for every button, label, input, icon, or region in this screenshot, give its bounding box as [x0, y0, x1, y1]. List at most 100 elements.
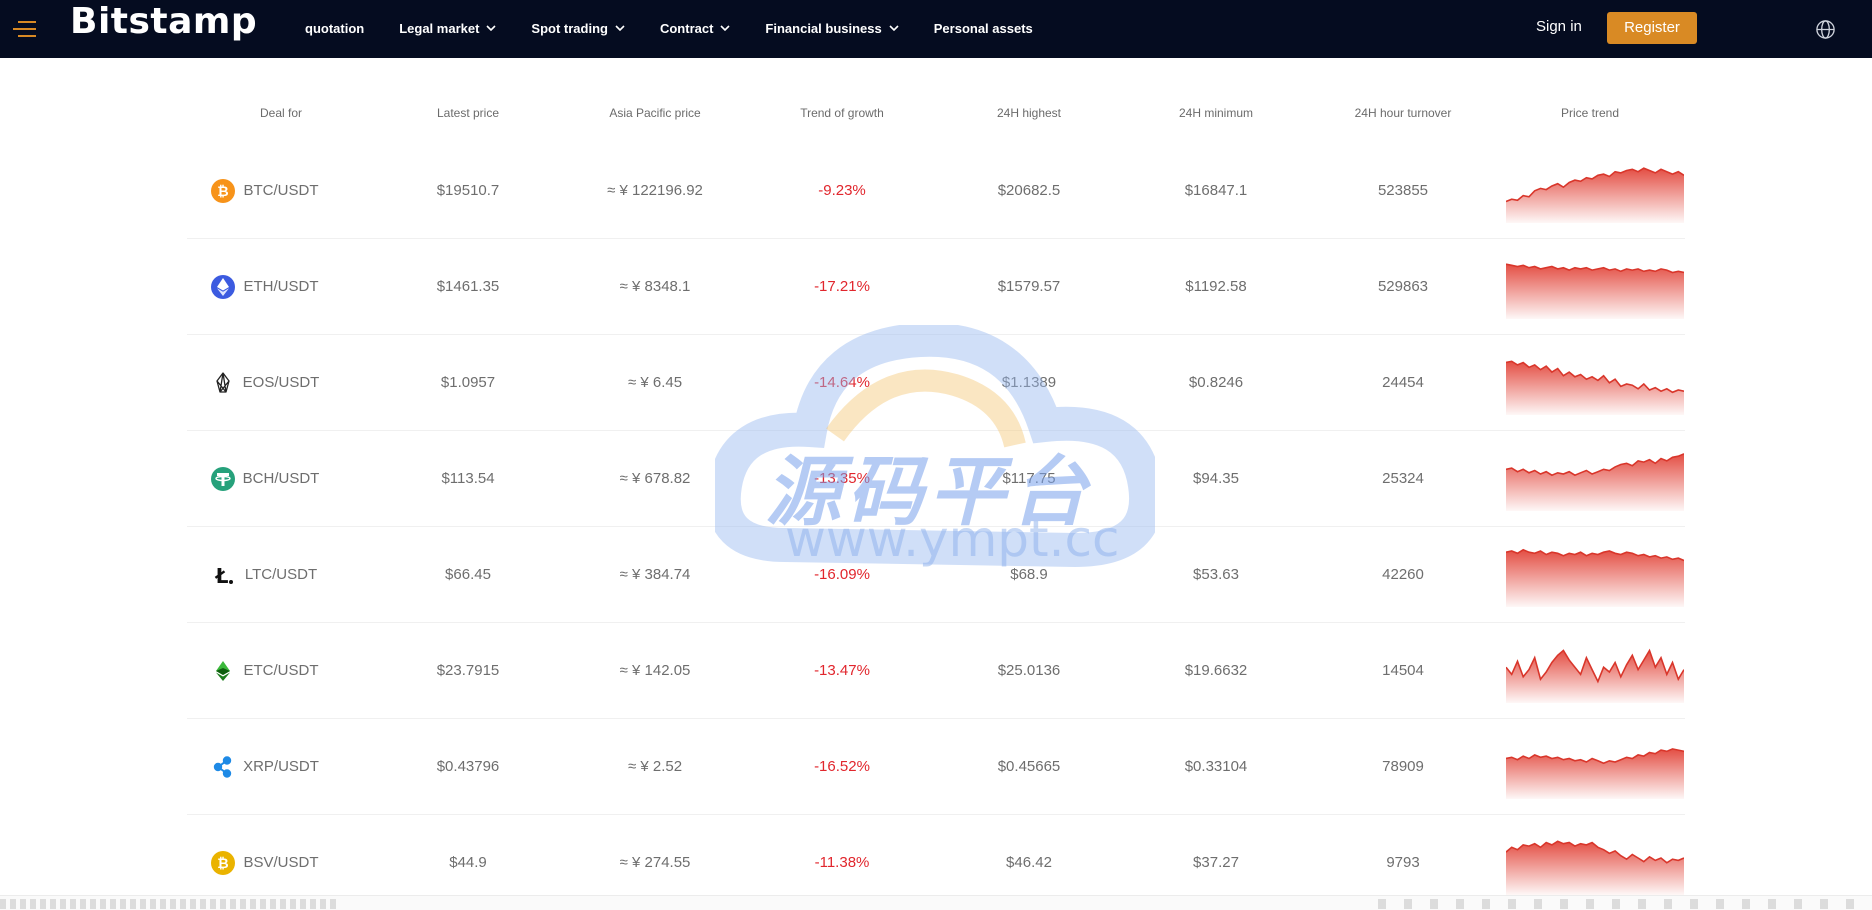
asia-pacific-price: ≈ ¥ 678.82 [619, 470, 691, 487]
pair-label: EOS/USDT [242, 374, 320, 391]
table-header: Deal for Latest price Asia Pacific price… [187, 58, 1685, 143]
globe-icon[interactable] [1815, 19, 1836, 40]
nav-label: Financial business [765, 20, 882, 36]
table-row[interactable]: BCH/USDT $113.54 ≈ ¥ 678.82 -13.35% $117.75 $… [187, 431, 1685, 527]
svg-text:₿: ₿ [217, 856, 228, 872]
sparkline-area [1506, 549, 1684, 607]
tether-icon [211, 467, 235, 491]
etc-icon [216, 661, 230, 681]
24h-minimum: $0.33104 [1184, 758, 1248, 775]
table-row[interactable]: EOS/USDT $1.0957 ≈ ¥ 6.45 -14.64% $1.1389 $0.… [187, 335, 1685, 431]
nav-contract[interactable]: Contract [660, 21, 730, 36]
pair-label: ETC/USDT [243, 662, 319, 679]
chevron-down-icon [720, 25, 730, 31]
price-trend-sparkline [1506, 453, 1684, 511]
nav-quotation[interactable]: quotation [305, 21, 364, 36]
ethereum-icon [211, 275, 235, 299]
latest-price: $1461.35 [436, 278, 500, 295]
pair-label: ETH/USDT [243, 278, 319, 295]
asia-pacific-price: ≈ ¥ 384.74 [619, 566, 691, 583]
latest-price: $1.0957 [440, 374, 496, 391]
growth-rate: -16.09% [814, 566, 870, 583]
asia-pacific-price: ≈ ¥ 6.45 [627, 374, 683, 391]
column-header-asia-price: Asia Pacific price [609, 106, 701, 120]
bitstamp-logo[interactable]: Bitstamp [70, 0, 257, 46]
24h-highest: $117.75 [1002, 470, 1056, 487]
24h-turnover: 14504 [1382, 662, 1424, 679]
24h-minimum: $94.35 [1193, 470, 1239, 487]
sparkline-area [1506, 841, 1684, 895]
table-body: ₿ BTC/USDT $19510.7 ≈ ¥ 122196.92 -9.23% $206… [187, 143, 1685, 910]
24h-highest: $1579.57 [997, 278, 1061, 295]
nav-personal-assets[interactable]: Personal assets [934, 21, 1033, 36]
table-row[interactable]: XRP/USDT $0.43796 ≈ ¥ 2.52 -16.52% $0.45665 $… [187, 719, 1685, 815]
24h-turnover: 523855 [1377, 182, 1429, 199]
nav-label: Spot trading [531, 20, 608, 36]
growth-rate: -13.35% [814, 470, 870, 487]
litecoin-icon: Ł [215, 564, 233, 588]
table-row[interactable]: ETC/USDT $23.7915 ≈ ¥ 142.05 -13.47% $25.013… [187, 623, 1685, 719]
24h-minimum: $53.63 [1193, 566, 1239, 583]
market-table: Deal for Latest price Asia Pacific price… [187, 58, 1685, 910]
chevron-down-icon [615, 25, 625, 31]
nav-financial-business[interactable]: Financial business [765, 20, 899, 36]
column-header-24h-low: 24H minimum [1178, 106, 1254, 120]
price-trend-sparkline [1506, 548, 1684, 607]
table-row[interactable]: ₿ BTC/USDT $19510.7 ≈ ¥ 122196.92 -9.23% $206… [187, 143, 1685, 239]
24h-minimum: $1192.58 [1185, 278, 1247, 295]
24h-minimum: $16847.1 [1184, 182, 1248, 199]
pair-label: XRP/USDT [243, 758, 319, 775]
column-header-24h-high: 24H highest [996, 106, 1062, 120]
nav-label: quotation [305, 20, 365, 36]
nav-spot-trading[interactable]: Spot trading [531, 21, 625, 36]
price-trend-sparkline [1506, 167, 1684, 223]
24h-minimum: $0.8246 [1188, 374, 1244, 391]
column-header-pair: Deal for [259, 106, 303, 120]
nav-label: Contract [659, 20, 714, 36]
top-navigation-bar: Bitstamp quotation Legal market Spot tra… [0, 0, 1872, 58]
xrp-icon [213, 756, 232, 778]
growth-rate: -14.64% [814, 374, 870, 391]
table-row[interactable]: Ł LTC/USDT $66.45 ≈ ¥ 384.74 -16.09% $68.9 $53… [187, 527, 1685, 623]
24h-highest: $25.0136 [997, 662, 1061, 679]
latest-price: $23.7915 [436, 662, 500, 679]
menu-icon[interactable] [10, 19, 40, 39]
24h-turnover: 42260 [1382, 566, 1424, 583]
nav-label: Legal market [399, 20, 480, 36]
svg-text:Ł: Ł [215, 564, 229, 588]
status-text [0, 899, 340, 909]
chevron-down-icon [486, 25, 496, 31]
24h-turnover: 78909 [1382, 758, 1424, 775]
asia-pacific-price: ≈ ¥ 142.05 [619, 662, 691, 679]
browser-status-bar [0, 895, 1872, 910]
svg-text:₿: ₿ [217, 184, 228, 200]
nav-legal-market[interactable]: Legal market [399, 21, 496, 36]
pair-label: BCH/USDT [242, 470, 320, 487]
bitcoin-icon: ₿ [211, 179, 235, 203]
24h-turnover: 25324 [1382, 470, 1424, 487]
growth-rate: -17.21% [814, 278, 870, 295]
sparkline-area [1506, 264, 1684, 319]
price-trend-sparkline [1506, 648, 1684, 703]
nav-label: Personal assets [933, 20, 1033, 36]
pair-label: BTC/USDT [243, 182, 319, 199]
price-trend-sparkline [1506, 263, 1684, 319]
column-header-turnover: 24H hour turnover [1354, 106, 1452, 120]
table-row[interactable]: ETH/USDT $1461.35 ≈ ¥ 8348.1 -17.21% $1579.5… [187, 239, 1685, 335]
price-trend-sparkline [1506, 840, 1684, 895]
24h-highest: $0.45665 [997, 758, 1061, 775]
24h-highest: $20682.5 [997, 182, 1061, 199]
24h-turnover: 24454 [1382, 374, 1424, 391]
24h-highest: $1.1389 [1001, 374, 1057, 391]
24h-turnover: 529863 [1377, 278, 1429, 295]
sign-in-link[interactable]: Sign in [1536, 18, 1582, 35]
eos-icon [216, 372, 230, 393]
24h-highest: $68.9 [1010, 566, 1048, 583]
latest-price: $66.45 [445, 566, 491, 583]
main-nav: quotation Legal market Spot trading Cont… [305, 0, 1068, 56]
column-header-latest-price: Latest price [436, 106, 500, 120]
register-button[interactable]: Register [1607, 12, 1697, 44]
price-trend-sparkline [1506, 360, 1684, 415]
growth-rate: -9.23% [818, 182, 866, 199]
latest-price: $113.54 [441, 470, 495, 487]
